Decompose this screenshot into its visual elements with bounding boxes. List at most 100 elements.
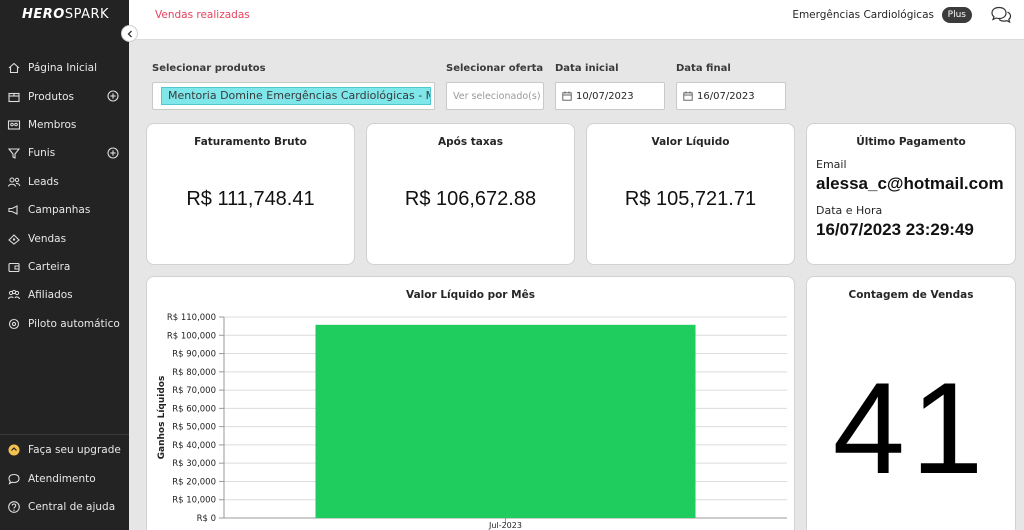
gross-revenue-value: R$ 111,748.41	[186, 188, 315, 210]
sidebar-item-campanhas[interactable]: Campanhas	[0, 196, 129, 224]
chat-bubble-icon	[8, 473, 20, 485]
funnel-icon	[7, 148, 21, 160]
email-label: Email	[816, 158, 847, 171]
product-chip[interactable]: Mentoria Domine Emergências Cardiológica…	[161, 87, 431, 105]
sidebar-item-label: Vendas	[28, 232, 67, 245]
sidebar-item-label: Funis	[28, 147, 56, 160]
sidebar-item-leads[interactable]: Leads	[0, 168, 129, 196]
offer-label: Selecionar oferta	[446, 63, 544, 74]
sidebar-item-faca-seu-upgrade[interactable]: Faça seu upgrade	[0, 436, 129, 464]
y-tick-label: R$ 100,000	[167, 331, 216, 341]
net-value-value: R$ 105,721.71	[624, 188, 757, 210]
sidebar-item-label: Central de ajuda	[28, 500, 116, 513]
home-icon	[8, 62, 20, 74]
collapse-sidebar-button[interactable]	[121, 25, 138, 42]
add-circle-icon[interactable]	[107, 147, 119, 159]
y-tick-label: R$ 20,000	[172, 477, 216, 487]
chevron-left-icon	[127, 30, 132, 37]
y-axis-label: Ganhos Líquidos	[157, 376, 167, 460]
last-payment-title: Último Pagamento	[856, 136, 966, 148]
sales-count-value: 41	[832, 355, 990, 501]
gross-revenue-title: Faturamento Bruto	[194, 136, 307, 148]
sidebar-item-label: Piloto automático	[28, 317, 120, 330]
y-tick-label: R$ 40,000	[172, 441, 216, 451]
y-tick-label: R$ 70,000	[172, 386, 216, 396]
after-fees-title: Após taxas	[438, 136, 503, 148]
sidebar-item-piloto-automatico[interactable]: Piloto automático	[0, 310, 129, 338]
y-tick-label: R$ 10,000	[172, 496, 216, 506]
help-icon	[8, 501, 20, 513]
sidebar-item-label: Carteira	[28, 260, 71, 273]
gross-revenue-card: Faturamento Bruto R$ 111,748.41	[146, 123, 355, 265]
campaign-icon	[8, 205, 18, 216]
sidebar: HEROSPARK Página Inicial Produtos Membros F…	[0, 0, 129, 530]
box-icon	[8, 92, 20, 102]
members-icon	[7, 120, 21, 130]
net-per-month-chart: R$ 0 R$ 10,000 R$ 20,000 R$ 30,000 R$ 40,000…	[157, 313, 787, 530]
after-fees-card: Após taxas R$ 106,672.88	[366, 123, 575, 265]
y-tick-label: R$ 0	[197, 514, 216, 524]
net-value-card: Valor Líquido R$ 105,721.71	[586, 123, 795, 265]
products-label: Selecionar produtos	[152, 63, 266, 74]
sidebar-item-membros[interactable]: Membros	[0, 111, 129, 139]
plan-badge: Plus	[941, 7, 972, 23]
sidebar-item-produtos[interactable]: Produtos	[0, 82, 129, 110]
upgrade-icon	[8, 444, 20, 456]
datetime-label: Data e Hora	[816, 204, 883, 217]
y-tick-label: R$ 80,000	[172, 368, 216, 378]
sidebar-item-carteira[interactable]: Carteira	[0, 253, 129, 281]
y-tick-label: R$ 90,000	[172, 350, 216, 360]
net-per-month-chart-card: Valor Líquido por Mês R$ 0 R$ 10,000 R$ 20…	[146, 276, 795, 530]
sidebar-item-label: Afiliados	[28, 289, 73, 302]
y-tick-label: R$ 30,000	[172, 459, 216, 469]
last-payment-card: Último Pagamento Email alessa_c@hotmail.…	[806, 123, 1016, 265]
leads-icon	[7, 177, 21, 187]
y-tick-label: R$ 60,000	[172, 404, 216, 414]
end-date-label: Data final	[676, 63, 731, 74]
sidebar-item-central-de-ajuda[interactable]: Central de ajuda	[0, 493, 129, 521]
after-fees-value: R$ 106,672.88	[404, 188, 537, 210]
end-date-value: 16/07/2023	[697, 90, 755, 102]
y-tick-label: R$ 110,000	[167, 313, 216, 323]
products-select[interactable]: Mentoria Domine Emergências Cardiológica…	[152, 82, 435, 110]
chat-icon[interactable]	[990, 6, 1012, 24]
sidebar-item-funis[interactable]: Funis	[0, 139, 129, 167]
sidebar-item-label: Membros	[28, 118, 77, 131]
sidebar-bottom-nav: Faça seu upgrade Atendimento Central de aj…	[0, 436, 129, 521]
breadcrumb[interactable]: Vendas realizadas	[155, 9, 250, 21]
sidebar-item-label: Atendimento	[28, 472, 96, 485]
herospark-logo[interactable]: HEROSPARK	[22, 7, 109, 22]
sidebar-item-label: Campanhas	[28, 204, 91, 217]
bar-jul-2023[interactable]	[315, 324, 696, 518]
add-circle-icon[interactable]	[107, 90, 119, 102]
sidebar-nav: Página Inicial Produtos Membros Funis Leads C…	[0, 54, 129, 338]
sidebar-item-afiliados[interactable]: Afiliados	[0, 281, 129, 309]
sidebar-item-label: Página Inicial	[28, 62, 98, 75]
sidebar-divider	[0, 434, 129, 435]
y-tick-label: R$ 50,000	[172, 423, 216, 433]
sidebar-item-label: Leads	[28, 175, 59, 188]
datetime-value: 16/07/2023 23:29:49	[816, 220, 974, 239]
offer-select[interactable]: Ver selecionado(s)	[446, 82, 544, 110]
calendar-icon	[562, 91, 572, 101]
offer-placeholder: Ver selecionado(s)	[453, 90, 541, 102]
account-name[interactable]: Emergências Cardiológicas	[792, 9, 934, 21]
autopilot-icon	[8, 318, 20, 329]
sidebar-item-pagina-inicial[interactable]: Página Inicial	[0, 54, 129, 82]
x-tick-label: Jul-2023	[488, 521, 522, 530]
start-date-value: 10/07/2023	[576, 90, 634, 102]
affiliates-icon	[7, 290, 21, 300]
start-date-input[interactable]: 10/07/2023	[555, 82, 665, 110]
net-value-title: Valor Líquido	[651, 136, 730, 148]
sidebar-item-atendimento[interactable]: Atendimento	[0, 464, 129, 492]
sales-count-card: Contagem de Vendas 41	[806, 276, 1016, 530]
end-date-input[interactable]: 16/07/2023	[676, 82, 786, 110]
sidebar-item-label: Faça seu upgrade	[28, 444, 121, 457]
sidebar-item-vendas[interactable]: Vendas	[0, 224, 129, 252]
filters-bar: Selecionar produtos Mentoria Domine Emer…	[129, 41, 1024, 116]
email-value: alessa_c@hotmail.com	[816, 174, 1004, 193]
top-bar: Vendas realizadas Emergências Cardiológi…	[129, 0, 1024, 40]
calendar-icon	[683, 91, 693, 101]
sidebar-item-label: Produtos	[28, 90, 74, 103]
sales-icon	[8, 233, 20, 245]
